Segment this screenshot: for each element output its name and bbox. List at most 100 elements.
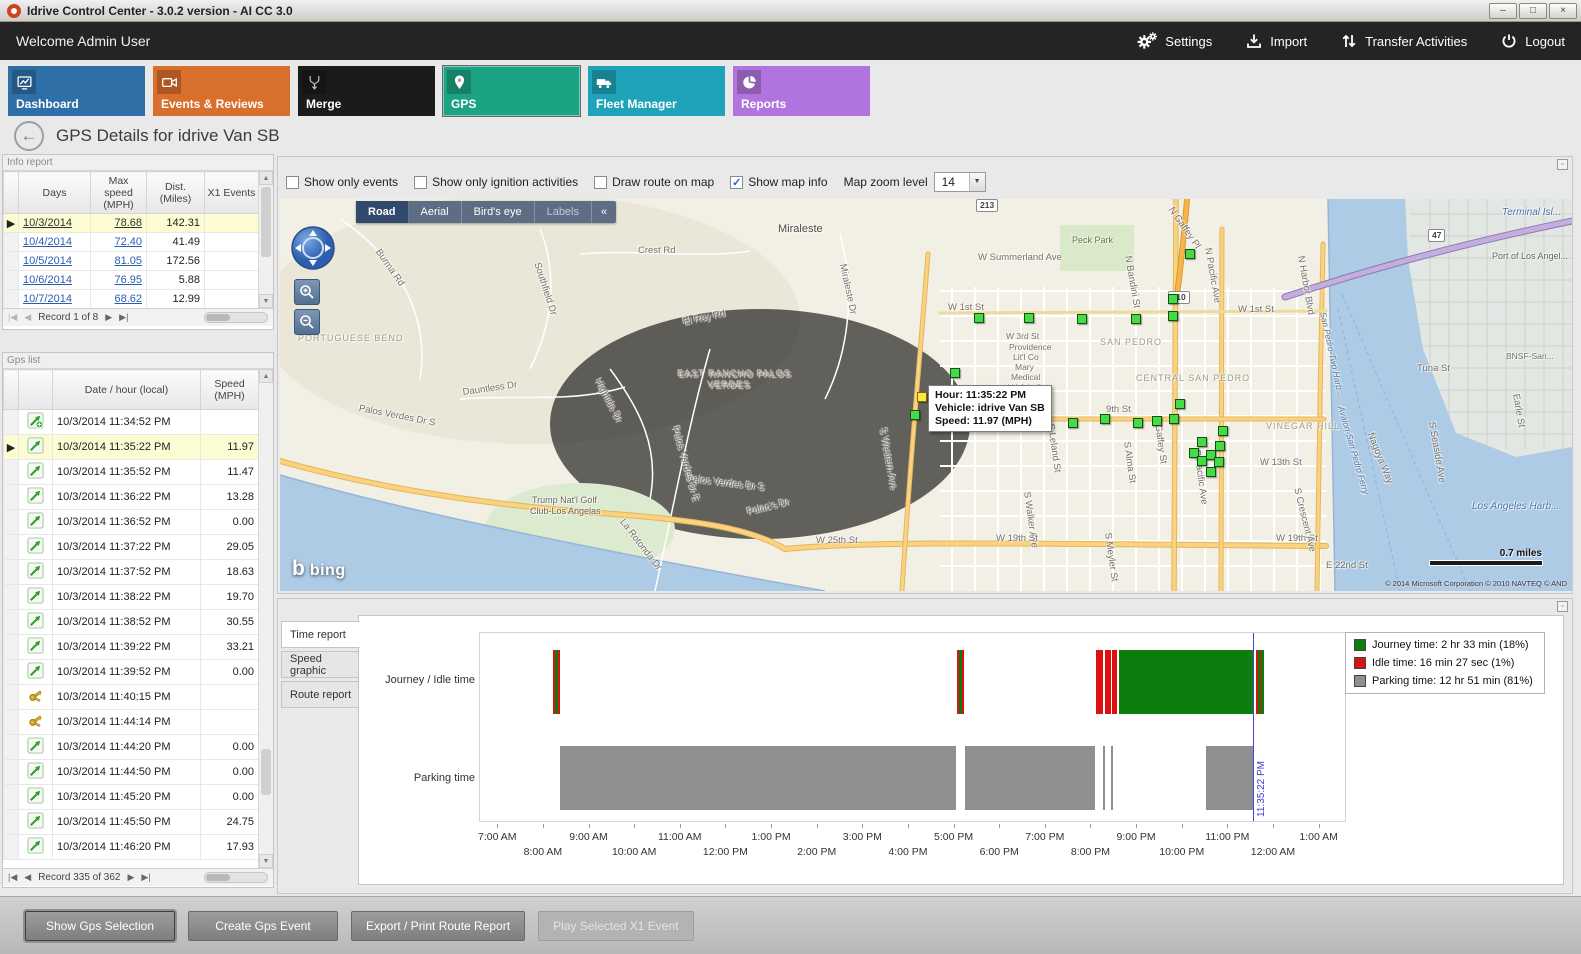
map-view-tab-road[interactable]: Road — [356, 201, 409, 223]
next-record-button[interactable]: ▶ — [127, 872, 134, 883]
gps-list-row[interactable]: 10/3/2014 11:39:52 PM0.00 — [4, 660, 259, 685]
info-report-row[interactable]: 10/7/201468.6212.99 — [4, 290, 259, 309]
info-report-row[interactable]: 10/6/201476.955.88 — [4, 271, 259, 290]
maximize-button[interactable]: □ — [1519, 3, 1547, 19]
import-button[interactable]: Import — [1246, 33, 1307, 49]
gps-list-scrollbar[interactable]: ▲ ▼ — [258, 369, 273, 868]
nav-tile-gps[interactable]: GPS — [443, 66, 580, 116]
checkbox-draw-route-on-map[interactable]: Draw route on map — [594, 175, 714, 189]
gps-list-row[interactable]: 10/3/2014 11:44:20 PM0.00 — [4, 735, 259, 760]
scroll-up-icon[interactable]: ▲ — [259, 171, 273, 185]
day-link[interactable]: 10/3/2014 — [23, 217, 72, 229]
gps-list-row[interactable]: 10/3/2014 11:46:20 PM17.93 — [4, 835, 259, 860]
tab-time-report[interactable]: Time report — [281, 621, 360, 648]
gps-marker[interactable] — [1169, 414, 1179, 424]
gps-marker[interactable] — [974, 313, 984, 323]
gps-marker[interactable] — [1185, 249, 1195, 259]
max-speed-link[interactable]: 76.95 — [114, 274, 142, 286]
max-speed-link[interactable]: 68.62 — [114, 293, 142, 305]
scroll-down-icon[interactable]: ▼ — [259, 854, 273, 868]
gps-marker[interactable] — [1215, 441, 1225, 451]
column-header-speed[interactable]: Speed (MPH) — [201, 370, 259, 410]
show-gps-selection-button[interactable]: Show Gps Selection — [25, 911, 175, 941]
title-bar[interactable]: Idrive Control Center - 3.0.2 version - … — [0, 0, 1581, 22]
day-link[interactable]: 10/6/2014 — [23, 274, 72, 286]
max-speed-link[interactable]: 72.40 — [114, 236, 142, 248]
scroll-down-icon[interactable]: ▼ — [259, 294, 273, 308]
checkbox-show-only-events[interactable]: Show only events — [286, 175, 398, 189]
column-header-days[interactable]: Days — [19, 172, 91, 214]
collapse-map-panel-button[interactable]: ▫ — [1557, 159, 1568, 170]
scrollbar-thumb[interactable] — [261, 187, 271, 257]
map-zoom-select[interactable]: 14▼ — [934, 172, 986, 192]
gps-list-row[interactable]: 10/3/2014 11:39:22 PM33.21 — [4, 635, 259, 660]
info-report-row[interactable]: ▶10/3/201478.68142.31 — [4, 214, 259, 233]
gps-marker[interactable] — [1024, 313, 1034, 323]
logout-button[interactable]: Logout — [1501, 33, 1565, 49]
gps-marker[interactable] — [1197, 437, 1207, 447]
settings-button[interactable]: Settings — [1137, 32, 1212, 50]
horizontal-scrollbar[interactable] — [204, 872, 268, 883]
export-print-route-report-button[interactable]: Export / Print Route Report — [351, 911, 525, 941]
gps-list-row[interactable]: 10/3/2014 11:45:50 PM24.75 — [4, 810, 259, 835]
tab-route-report[interactable]: Route report — [281, 681, 359, 708]
gps-marker[interactable] — [1131, 314, 1141, 324]
column-header-x1-events[interactable]: X1 Events — [205, 172, 259, 214]
day-link[interactable]: 10/7/2014 — [23, 293, 72, 305]
info-report-row[interactable]: 10/4/201472.4041.49 — [4, 233, 259, 252]
day-link[interactable]: 10/5/2014 — [23, 255, 72, 267]
first-record-button[interactable]: |◀ — [8, 312, 17, 323]
scrollbar-thumb[interactable] — [261, 749, 271, 795]
column-header-dist[interactable]: Dist. (Miles) — [147, 172, 205, 214]
gps-list-row[interactable]: 10/3/2014 11:37:52 PM18.63 — [4, 560, 259, 585]
nav-tile-fleet[interactable]: Fleet Manager — [588, 66, 725, 116]
first-record-button[interactable]: |◀ — [8, 872, 17, 883]
gps-list-row[interactable]: 10/3/2014 11:44:14 PM — [4, 710, 259, 735]
max-speed-link[interactable]: 81.05 — [114, 255, 142, 267]
day-link[interactable]: 10/4/2014 — [23, 236, 72, 248]
minimize-button[interactable]: – — [1489, 3, 1517, 19]
gps-marker[interactable] — [1206, 467, 1216, 477]
last-record-button[interactable]: ▶| — [119, 312, 128, 323]
gps-marker[interactable] — [1168, 294, 1178, 304]
gps-list-row[interactable]: 10/3/2014 11:36:22 PM13.28 — [4, 485, 259, 510]
column-header-max-speed[interactable]: Max speed (MPH) — [91, 172, 147, 214]
gps-marker[interactable] — [1133, 418, 1143, 428]
gps-marker[interactable] — [1175, 399, 1185, 409]
gps-marker[interactable] — [1218, 426, 1228, 436]
nav-tile-reports[interactable]: Reports — [733, 66, 870, 116]
gps-list-row[interactable]: 10/3/2014 11:38:52 PM30.55 — [4, 610, 259, 635]
gps-marker[interactable] — [1152, 416, 1162, 426]
gps-marker[interactable] — [1168, 311, 1178, 321]
gps-marker[interactable] — [950, 368, 960, 378]
scroll-up-icon[interactable]: ▲ — [259, 369, 273, 383]
checkbox-show-only-ignition-activities[interactable]: Show only ignition activities — [414, 175, 578, 189]
gps-marker[interactable] — [1077, 314, 1087, 324]
gps-list-row[interactable]: 10/3/2014 11:40:15 PM — [4, 685, 259, 710]
gps-list-row[interactable]: 10/3/2014 11:36:52 PM0.00 — [4, 510, 259, 535]
map-compass-control[interactable] — [290, 225, 336, 276]
map-view-tab-aerial[interactable]: Aerial — [409, 201, 462, 223]
map-zoom-out-button[interactable] — [294, 309, 320, 335]
map-toolbar-collapse-button[interactable]: « — [592, 201, 616, 223]
gps-list-row[interactable]: 10/3/2014 11:45:20 PM0.00 — [4, 785, 259, 810]
back-button[interactable]: ← — [14, 121, 44, 151]
nav-tile-dashboard[interactable]: Dashboard — [8, 66, 145, 116]
collapse-chart-panel-button[interactable]: ▫ — [1557, 601, 1568, 612]
map-view-tab-labels[interactable]: Labels — [535, 201, 592, 223]
close-button[interactable]: × — [1549, 3, 1577, 19]
gps-list-row[interactable]: 10/3/2014 11:38:22 PM19.70 — [4, 585, 259, 610]
bing-logo[interactable]: b bing — [292, 557, 346, 581]
next-record-button[interactable]: ▶ — [105, 312, 112, 323]
map-canvas[interactable]: MiralestePeck ParkW Summerland AveCrest … — [280, 199, 1572, 591]
map-zoom-in-button[interactable] — [294, 279, 320, 305]
transfer-activities-button[interactable]: Transfer Activities — [1341, 33, 1467, 49]
gps-marker[interactable] — [1100, 414, 1110, 424]
gps-list-row[interactable]: 10/3/2014 11:44:50 PM0.00 — [4, 760, 259, 785]
gps-list-row[interactable]: ▶10/3/2014 11:35:22 PM11.97 — [4, 435, 259, 460]
nav-tile-merge[interactable]: Merge — [298, 66, 435, 116]
prev-record-button[interactable]: ◀ — [24, 312, 31, 323]
info-report-row[interactable]: 10/5/201481.05172.56 — [4, 252, 259, 271]
gps-marker[interactable] — [1068, 418, 1078, 428]
create-gps-event-button[interactable]: Create Gps Event — [188, 911, 338, 941]
